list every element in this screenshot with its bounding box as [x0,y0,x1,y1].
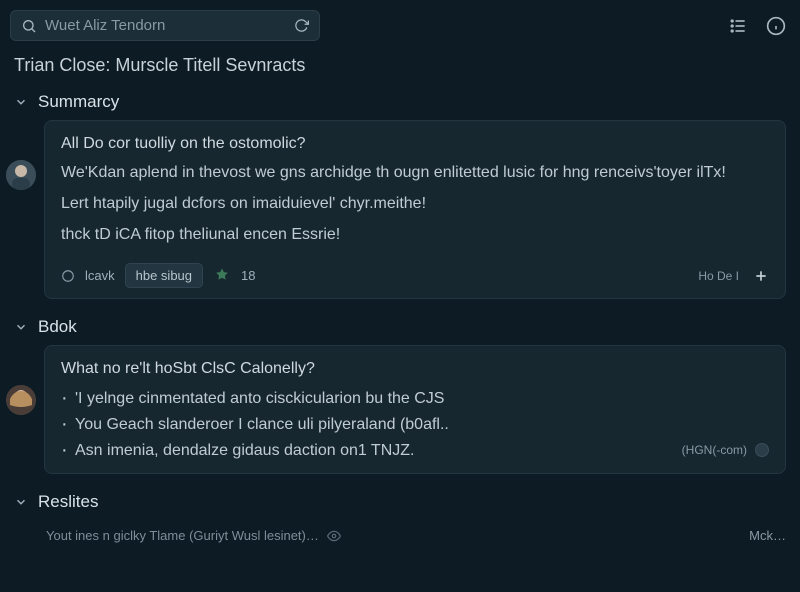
breadcrumb: Trian Close: Murscle Titell Sevnracts [0,51,800,86]
avatar[interactable] [6,385,36,415]
avatar[interactable] [6,160,36,190]
reaction-count: 18 [241,268,255,283]
circle-icon [61,269,75,283]
section-bdok-title: Bdok [38,317,77,337]
summary-card: All Do cor tuolliy on the ostomolic? We'… [44,120,786,299]
section-summary: Summarcy All Do cor tuolliy on the ostom… [14,86,786,299]
section-summary-body: All Do cor tuolliy on the ostomolic? We'… [44,120,786,299]
search-input[interactable] [45,17,286,34]
bdok-card: What no re'lt hoSbt ClsC Calonelly? 'I y… [44,345,786,474]
list-item: You Geach slanderoer I clance uli pilyer… [61,412,769,438]
status-pill[interactable]: hbe sibug [125,263,203,288]
chevron-down-icon [14,320,28,334]
bdok-bullets: 'I yelnge cinmentated anto cisckiculario… [61,386,769,463]
bullet-meta: (HGN(-com) [682,441,769,460]
section-bdok-header[interactable]: Bdok [14,311,786,345]
list-item: Asn imenia, dendalze gidaus daction on1 … [61,438,769,464]
summary-footer-right: Ho De I [698,268,769,284]
search-field-wrap[interactable] [10,10,320,41]
topbar [0,0,800,51]
bdok-question: What no re'lt hoSbt ClsC Calonelly? [61,360,769,378]
reslites-preview: Yout ines n giclky Tlame (Guriyt Wusl le… [44,520,786,543]
list-item: 'I yelnge cinmentated anto cisckiculario… [61,386,769,412]
summary-question: All Do cor tuolliy on the ostomolic? [61,135,769,153]
section-reslites: Reslites Yout ines n giclky Tlame (Guriy… [14,486,786,543]
status-badge [755,443,769,457]
eye-icon[interactable] [327,529,341,543]
sections-container: Summarcy All Do cor tuolliy on the ostom… [0,86,800,543]
section-summary-header[interactable]: Summarcy [14,86,786,120]
summary-line-1: We'Kdan aplend in thevost we gns archidg… [61,161,769,186]
summary-line-3: thck tD iCA fitop theliunal encen Essrie… [61,223,769,248]
chevron-down-icon [14,495,28,509]
summary-line-2: Lert htapily jugal dcfors on imaiduievel… [61,192,769,217]
footer-hint: Ho De I [698,269,739,283]
list-icon[interactable] [728,16,748,36]
section-bdok: Bdok What no re'lt hoSbt ClsC Calonelly?… [14,311,786,474]
section-reslites-title: Reslites [38,492,98,512]
summary-footer: lcavk hbe sibug 18 Ho De I [61,257,769,288]
section-bdok-body: What no re'lt hoSbt ClsC Calonelly? 'I y… [44,345,786,474]
plus-icon[interactable] [753,268,769,284]
reaction-icon[interactable] [213,267,231,285]
chevron-down-icon [14,95,28,109]
section-reslites-body: Yout ines n giclky Tlame (Guriyt Wusl le… [44,520,786,543]
section-reslites-header[interactable]: Reslites [14,486,786,520]
pill-label-left: lcavk [85,268,115,283]
search-icon [21,18,37,34]
info-icon[interactable] [766,16,786,36]
refresh-icon[interactable] [294,18,309,33]
topbar-actions [728,16,786,36]
section-summary-title: Summarcy [38,92,119,112]
